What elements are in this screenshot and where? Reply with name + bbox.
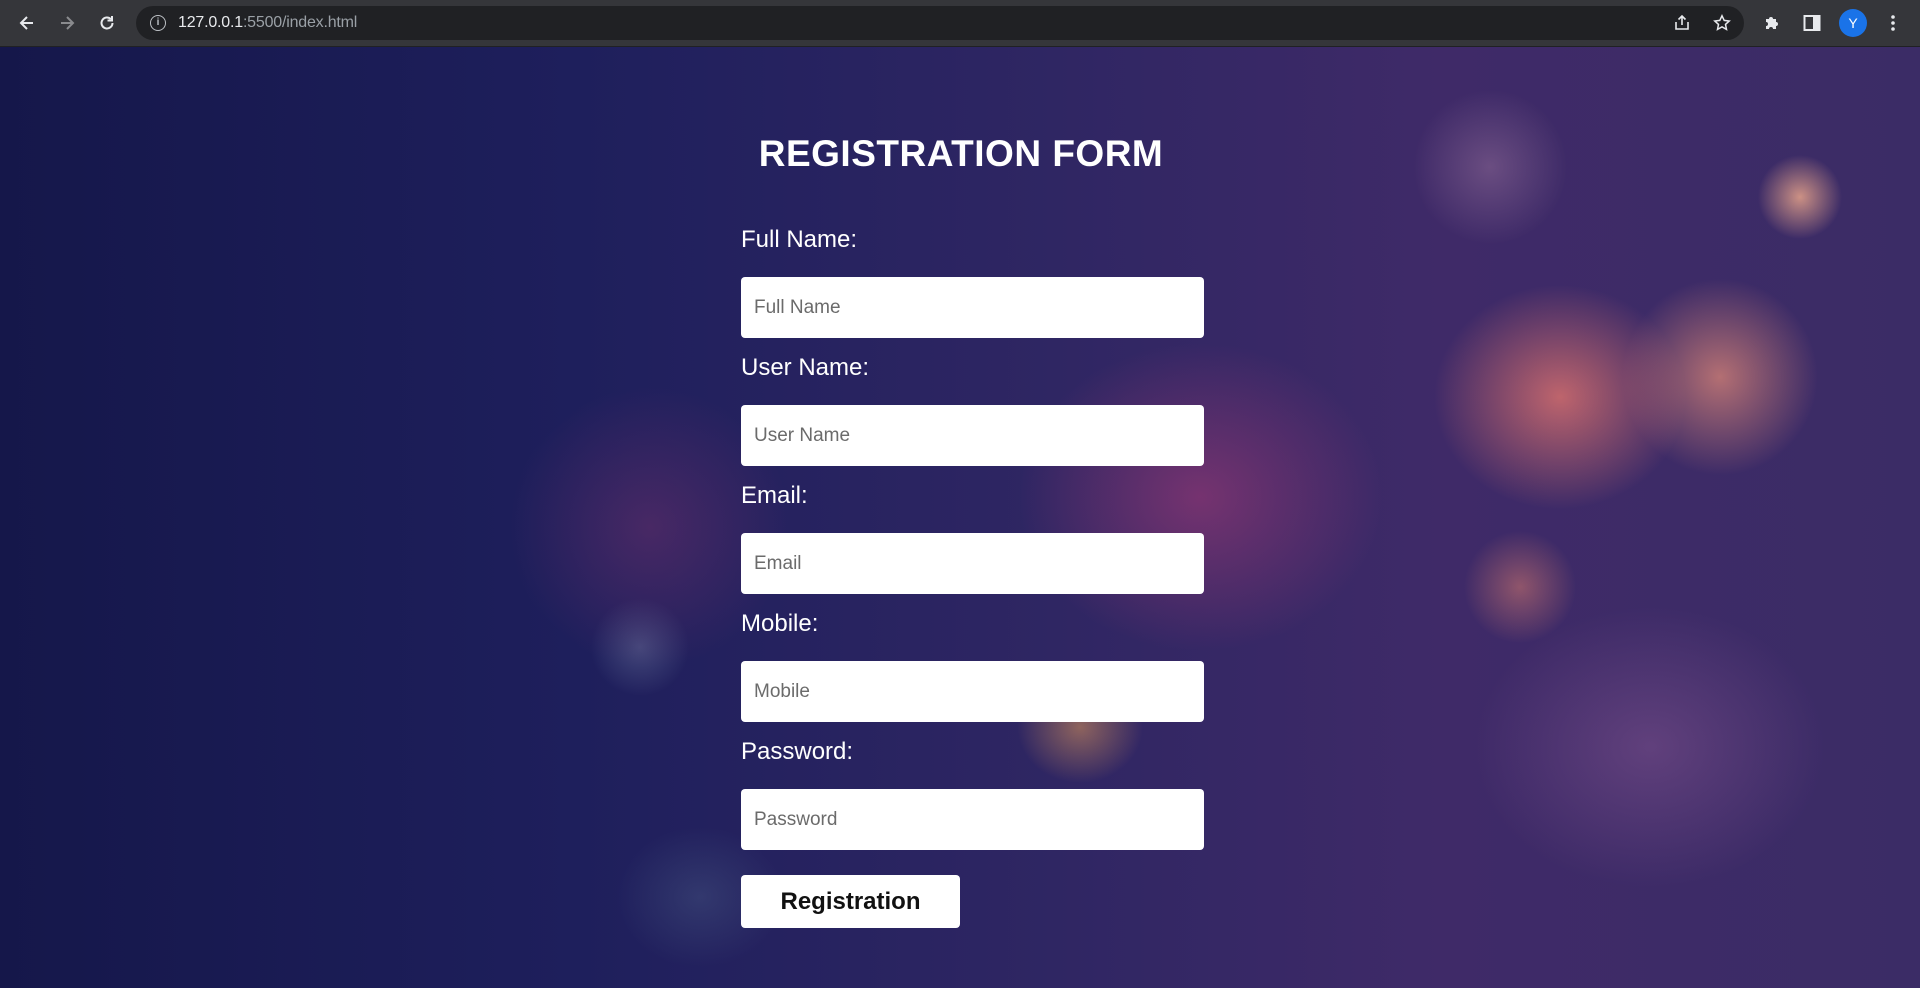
- back-button[interactable]: [12, 8, 42, 38]
- page-background: REGISTRATION FORM Full Name: User Name: …: [0, 47, 1920, 988]
- password-label: Password:: [741, 738, 854, 765]
- profile-avatar[interactable]: Y: [1839, 9, 1867, 37]
- password-input[interactable]: [741, 789, 1204, 850]
- side-panel-icon[interactable]: [1799, 10, 1825, 36]
- url-path: :5500/index.html: [242, 14, 358, 31]
- reload-button[interactable]: [92, 8, 122, 38]
- email-label: Email:: [741, 482, 808, 509]
- browser-toolbar: i 127.0.0.1:5500/index.html Y: [0, 0, 1920, 47]
- user-name-input[interactable]: [741, 405, 1204, 466]
- arrow-left-icon: [19, 16, 33, 30]
- arrow-right-icon: [61, 16, 75, 30]
- mobile-label: Mobile:: [741, 610, 819, 637]
- email-input[interactable]: [741, 533, 1204, 594]
- user-name-label: User Name:: [741, 354, 870, 381]
- info-icon[interactable]: i: [150, 15, 166, 31]
- url-text[interactable]: 127.0.0.1:5500/index.html: [178, 6, 357, 40]
- full-name-input[interactable]: [741, 277, 1204, 338]
- registration-button[interactable]: Registration: [741, 875, 960, 928]
- forward-button[interactable]: [52, 8, 82, 38]
- three-dots-vertical-icon[interactable]: [1880, 10, 1906, 36]
- mobile-input[interactable]: [741, 661, 1204, 722]
- star-icon[interactable]: [1712, 13, 1732, 33]
- full-name-label: Full Name:: [741, 226, 858, 253]
- puzzle-icon[interactable]: [1759, 10, 1785, 36]
- address-bar[interactable]: i 127.0.0.1:5500/index.html: [136, 6, 1744, 40]
- url-host: 127.0.0.1: [178, 14, 243, 31]
- form-title: REGISTRATION FORM: [758, 133, 1164, 174]
- share-icon[interactable]: [1672, 13, 1692, 33]
- reload-icon: [100, 16, 114, 30]
